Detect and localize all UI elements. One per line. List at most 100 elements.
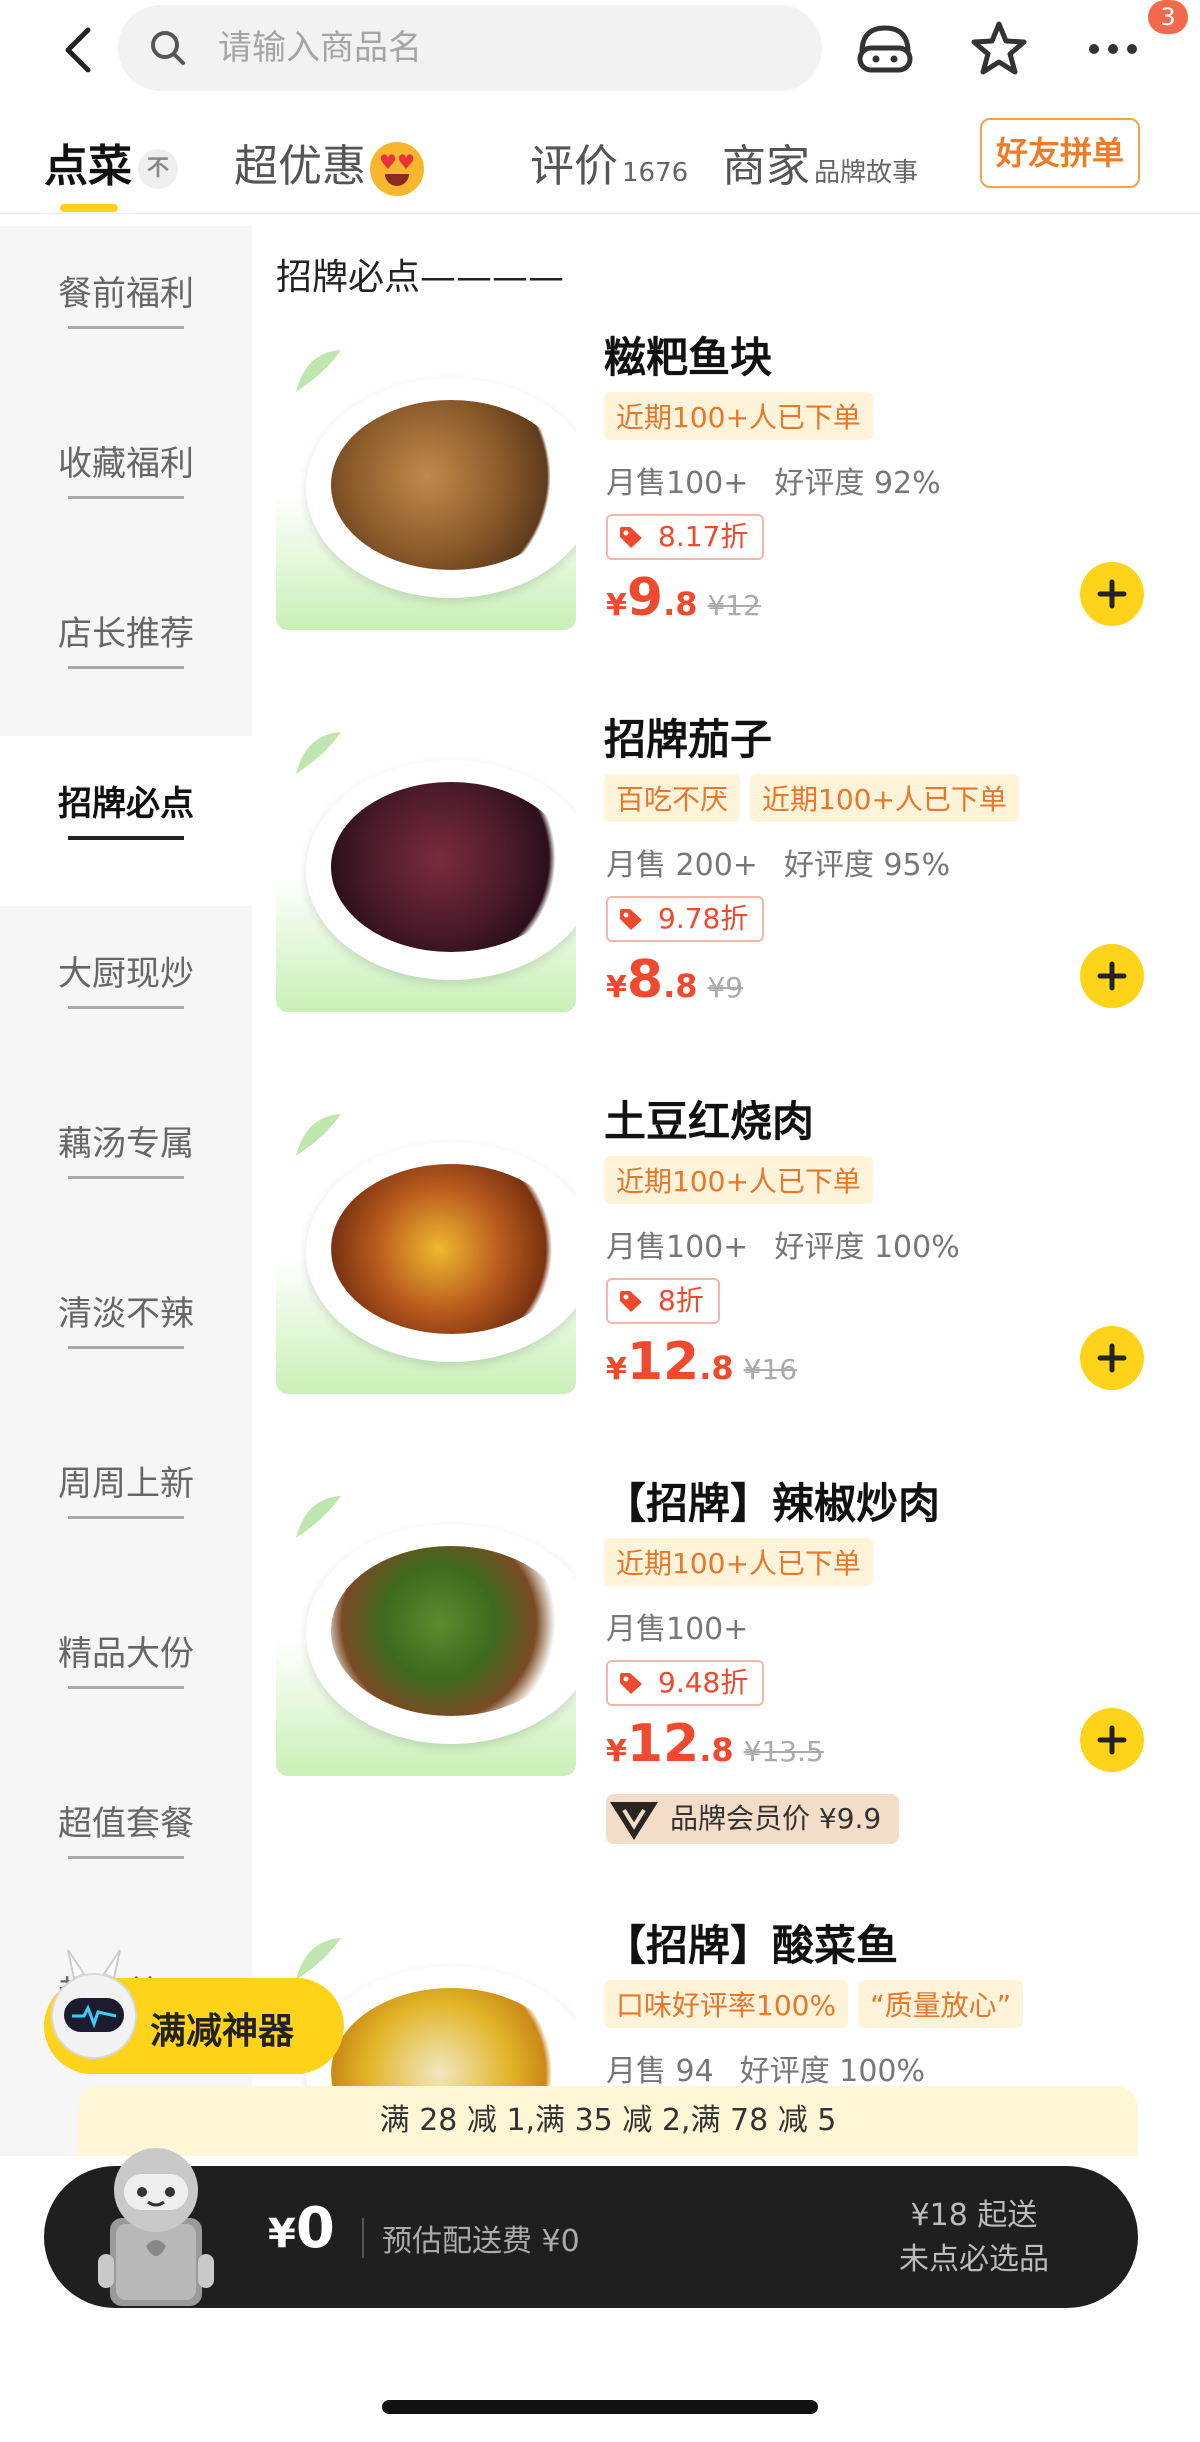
sidebar-item-label: 精品大份: [58, 1634, 194, 1674]
divider: [68, 496, 184, 499]
dish-card[interactable]: 招牌茄子 百吃不厌 近期100+人已下单 月售 200+ 好评度 95% 9.78折…: [276, 712, 1176, 1092]
tag: 近期100+人已下单: [604, 1538, 873, 1586]
price-decimal: .8: [699, 1349, 734, 1387]
sidebar-item-label: 周周上新: [58, 1464, 194, 1504]
dish-name: 【招牌】酸菜鱼: [604, 1921, 899, 1970]
tag-row: 近期100+人已下单: [604, 392, 883, 440]
divider: [68, 1856, 184, 1859]
notification-badge: 3: [1148, 0, 1188, 34]
sidebar-item-label: 招牌必点: [58, 784, 194, 824]
plus-icon: [1097, 961, 1127, 991]
star-favorite-icon[interactable]: [966, 16, 1032, 82]
checkout-status[interactable]: ¥18 起送 未点必选品: [874, 2194, 1074, 2282]
price-tag-icon: [620, 527, 642, 548]
sidebar-item[interactable]: 周周上新: [0, 1416, 252, 1586]
rating: 好评度 95%: [783, 848, 951, 883]
price-integer: 12: [626, 1714, 700, 1774]
price-tag-icon: [620, 909, 642, 930]
dish-name: 土豆红烧肉: [604, 1097, 815, 1146]
sidebar-item[interactable]: 清淡不辣: [0, 1246, 252, 1416]
divider: [68, 836, 184, 840]
tab-deals-label: 超优惠: [234, 141, 366, 192]
divider: [68, 1006, 184, 1009]
discount-label: 9.48折: [658, 1666, 749, 1699]
rating: 好评度 100%: [774, 1230, 960, 1265]
cart-robot-icon[interactable]: [80, 2134, 230, 2314]
price: ¥9.8 ¥12: [606, 568, 761, 628]
tab-merchant[interactable]: 商家 品牌故事: [722, 130, 918, 194]
original-price: ¥16: [743, 1353, 798, 1386]
pin-chip[interactable]: 不: [138, 149, 178, 189]
plus-icon: [1097, 1343, 1127, 1373]
category-sidebar: 餐前福利 收藏福利 店长推荐 招牌必点 大厨现炒 藕汤专属 清淡不辣 周周上新 …: [0, 226, 252, 2156]
discount-helper-button[interactable]: 满减神器: [44, 1949, 344, 2074]
add-to-cart-button[interactable]: [1080, 562, 1144, 626]
sidebar-item[interactable]: 收藏福利: [0, 396, 252, 566]
tab-order[interactable]: 点菜不: [44, 130, 178, 194]
dish-image: [276, 1094, 576, 1394]
price-decimal: .8: [663, 967, 698, 1005]
monthly-sales: 月售 200+: [606, 848, 758, 883]
customer-service-icon[interactable]: [852, 16, 918, 82]
required-item-label: 未点必选品: [899, 2242, 1049, 2277]
sidebar-item[interactable]: 餐前福利: [0, 226, 252, 396]
discount-badge: 8折: [606, 1278, 720, 1324]
dish-stats: 月售100+ 好评度 100%: [606, 1222, 960, 1266]
currency-symbol: ¥: [606, 588, 627, 623]
discount-badge: 9.78折: [606, 896, 765, 942]
dish-card[interactable]: 【招牌】辣椒炒肉 近期100+人已下单 月售100+ 9.48折 ¥12.8 ¥1…: [276, 1476, 1176, 1856]
sidebar-item[interactable]: 大厨现炒: [0, 906, 252, 1076]
tag-row: 口味好评率100% “质量放心”: [604, 1980, 1033, 2028]
dish-name: 【招牌】辣椒炒肉: [604, 1479, 941, 1528]
price: ¥8.8 ¥9: [606, 950, 743, 1010]
leaf-icon: [296, 1114, 341, 1156]
brand-story-label: 品牌故事: [814, 158, 919, 188]
add-to-cart-button[interactable]: [1080, 1326, 1144, 1390]
search-bar[interactable]: [118, 5, 822, 91]
discount-rules-bar: 满 28 减 1,满 35 减 2,满 78 减 5: [78, 2086, 1138, 2156]
search-icon: [148, 28, 188, 68]
rating: 好评度 100%: [739, 2054, 926, 2088]
sidebar-item-label: 超值套餐: [58, 1804, 194, 1844]
discount-label: 8折: [658, 1284, 704, 1317]
plus-icon: [1097, 1725, 1127, 1755]
promo-pill-label: 满减神器: [150, 2011, 295, 2052]
tab-reviews[interactable]: 评价 1676: [530, 130, 688, 194]
food-photo: [331, 400, 571, 570]
price-integer: 12: [626, 1332, 700, 1392]
sidebar-item[interactable]: 精品大份: [0, 1586, 252, 1756]
divider: [68, 666, 184, 669]
search-input[interactable]: [218, 23, 798, 73]
robot-mascot-icon: [51, 1949, 137, 2059]
sidebar-item-active[interactable]: 招牌必点: [0, 736, 252, 906]
original-price: ¥12: [707, 589, 761, 622]
review-count: 1676: [622, 158, 689, 188]
dish-card[interactable]: 糍粑鱼块 近期100+人已下单 月售100+ 好评度 92% 8.17折 ¥9.8…: [276, 330, 1176, 710]
min-order-label: ¥18 起送: [910, 2198, 1038, 2233]
more-options-icon[interactable]: [1080, 16, 1146, 82]
dish-card[interactable]: 【招牌】酸菜鱼 口味好评率100% “质量放心” 月售 94 好评度 100%: [276, 1918, 1176, 2088]
friend-group-order-button[interactable]: 好友拼单: [980, 118, 1140, 188]
dish-name: 糍粑鱼块: [604, 333, 773, 382]
heart-eyes-emoji-icon: [370, 142, 424, 196]
sidebar-item[interactable]: 超值套餐: [0, 1756, 252, 1926]
divider: [68, 326, 184, 329]
back-arrow-icon[interactable]: [50, 20, 110, 80]
tag: 近期100+人已下单: [604, 1156, 873, 1204]
sidebar-item[interactable]: 藕汤专属: [0, 1076, 252, 1246]
dish-image: [276, 712, 576, 1012]
tag-row: 近期100+人已下单: [604, 1156, 883, 1204]
add-to-cart-button[interactable]: [1080, 944, 1144, 1008]
cart-total: ¥0: [268, 2196, 335, 2261]
dish-card[interactable]: 土豆红烧肉 近期100+人已下单 月售100+ 好评度 100% 8折 ¥12.8…: [276, 1094, 1176, 1474]
plus-icon: [1097, 579, 1127, 609]
sidebar-item-label: 餐前福利: [58, 274, 194, 314]
monthly-sales: 月售100+: [606, 466, 749, 501]
home-indicator[interactable]: [382, 2400, 818, 2414]
vip-v-icon: [610, 1802, 658, 1840]
discount-label: 8.17折: [658, 520, 749, 553]
add-to-cart-button[interactable]: [1080, 1708, 1144, 1772]
tab-deals[interactable]: 超优惠: [234, 130, 424, 196]
sidebar-item[interactable]: 店长推荐: [0, 566, 252, 736]
dish-image: [276, 330, 576, 630]
